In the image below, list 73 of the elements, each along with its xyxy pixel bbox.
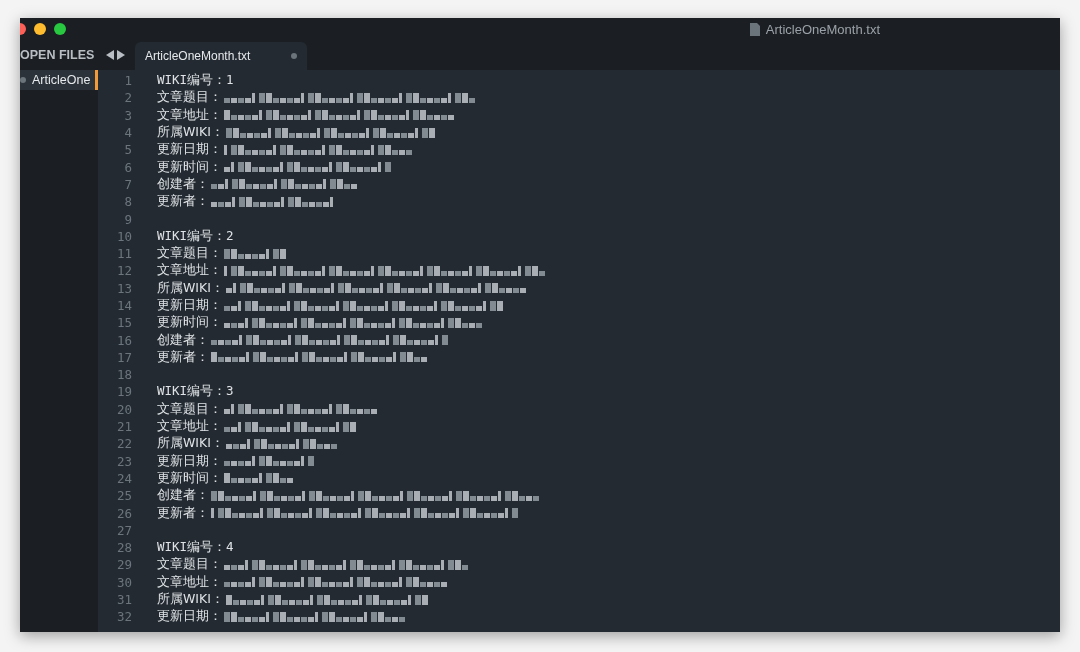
line-number: 22 [115,436,132,452]
file-name: ArticleOne [32,73,91,87]
code-line: WIKI编号：2 [157,227,234,245]
line-number: 12 [115,263,132,279]
line-number: 17 [115,349,132,365]
sidebar-file[interactable]: ArticleOne [20,70,98,90]
line-number: 10 [115,228,132,244]
field-label: 更新者： [157,193,209,211]
field-label: 所属WIKI： [157,124,224,142]
field-label: 更新时间： [157,314,222,332]
line-number: 27 [115,522,132,538]
pixelated-text-drawing [224,472,294,485]
line-number: 24 [115,470,132,486]
line-number: 6 [123,159,132,175]
window-title: ArticleOneMonth.txt [765,21,880,37]
zoom-button[interactable] [54,23,66,35]
field-label: 文章题目： [157,89,222,107]
field-label: 文章地址： [157,418,222,436]
file-icon [749,22,760,36]
line-number: 26 [115,505,132,521]
line-number: 16 [115,332,132,348]
line-number: 4 [123,125,132,141]
code-line: WIKI编号：1 [157,72,234,90]
line-number: 29 [115,557,132,573]
field-label: 文章题目： [157,245,222,263]
line-number: 32 [115,609,132,625]
field-label: 所属WIKI： [157,279,224,297]
field-label: 更新日期： [157,297,222,314]
line-number: 8 [123,194,132,210]
line-number: 25 [115,488,132,504]
line-number: 18 [115,367,132,383]
field-label: 更新时间： [157,469,222,487]
field-label: 所属WIKI： [157,435,224,453]
field-label: 更新日期： [157,452,222,470]
field-label: 创建者： [157,331,209,349]
line-number: 2 [123,90,132,106]
field-label: 文章题目： [157,400,222,418]
left-arrow-icon[interactable] [106,50,114,60]
field-label: 所属WIKI： [157,591,224,609]
line-number: 3 [123,107,132,123]
right-arrow-icon[interactable] [117,50,125,60]
line-number: 9 [123,211,132,227]
field-label: 更新日期： [157,608,222,626]
line-number: 15 [115,315,132,331]
code-line: WIKI编号：3 [157,383,234,401]
line-number: 7 [123,176,132,192]
field-label: 更新时间： [157,158,222,176]
pixelated-text-drawing [224,247,287,260]
field-label: 文章地址： [157,573,222,591]
line-number: 5 [123,142,132,158]
line-number: 21 [115,419,132,435]
line-number: 13 [115,280,132,296]
editor-tab[interactable]: ArticleOneMonth.txt [135,42,307,70]
field-label: 文章题目： [157,556,222,574]
line-number: 19 [115,384,132,400]
line-number: 28 [115,540,132,556]
field-label: 文章地址： [157,106,222,124]
sidebar-heading: OPEN FILES [20,47,96,64]
line-number: 31 [115,592,132,608]
field-label: 创建者： [157,175,209,193]
line-number: 1 [123,73,132,89]
field-label: 更新者： [157,504,209,522]
line-number: 11 [115,246,132,262]
field-label: 创建者： [157,487,209,505]
line-number: 20 [115,401,132,417]
code-line: WIKI编号：4 [157,539,234,557]
minimize-button[interactable] [34,23,46,35]
line-number: 30 [115,574,132,590]
field-label: 更新日期： [157,141,222,159]
field-label: 更新者： [157,348,209,366]
field-label: 文章地址： [157,262,222,280]
line-number: 23 [115,453,132,469]
line-number: 14 [115,298,132,313]
